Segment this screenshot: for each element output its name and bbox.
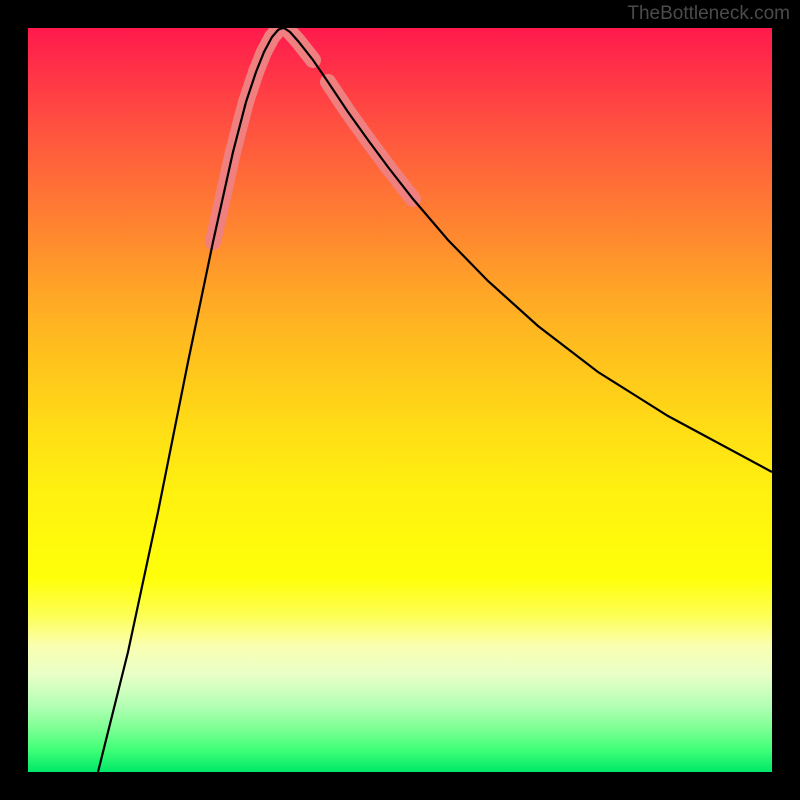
highlight-segment xyxy=(298,41,313,60)
highlight-segment xyxy=(328,82,348,112)
highlight-segment xyxy=(290,32,298,41)
highlight-segment xyxy=(256,52,264,72)
highlight-segment xyxy=(368,140,388,167)
highlight-segment xyxy=(272,30,278,37)
highlight-segment xyxy=(246,72,256,102)
watermark-text: TheBottleneck.com xyxy=(627,3,790,25)
chart-svg xyxy=(28,28,772,772)
highlight-group xyxy=(213,30,413,242)
curve-path xyxy=(98,28,772,772)
highlight-segment xyxy=(233,102,246,152)
highlight-segment xyxy=(348,112,368,140)
chart-area xyxy=(28,28,772,772)
highlight-segment xyxy=(213,152,233,242)
highlight-segment xyxy=(388,167,413,199)
highlight-segment xyxy=(264,37,272,52)
